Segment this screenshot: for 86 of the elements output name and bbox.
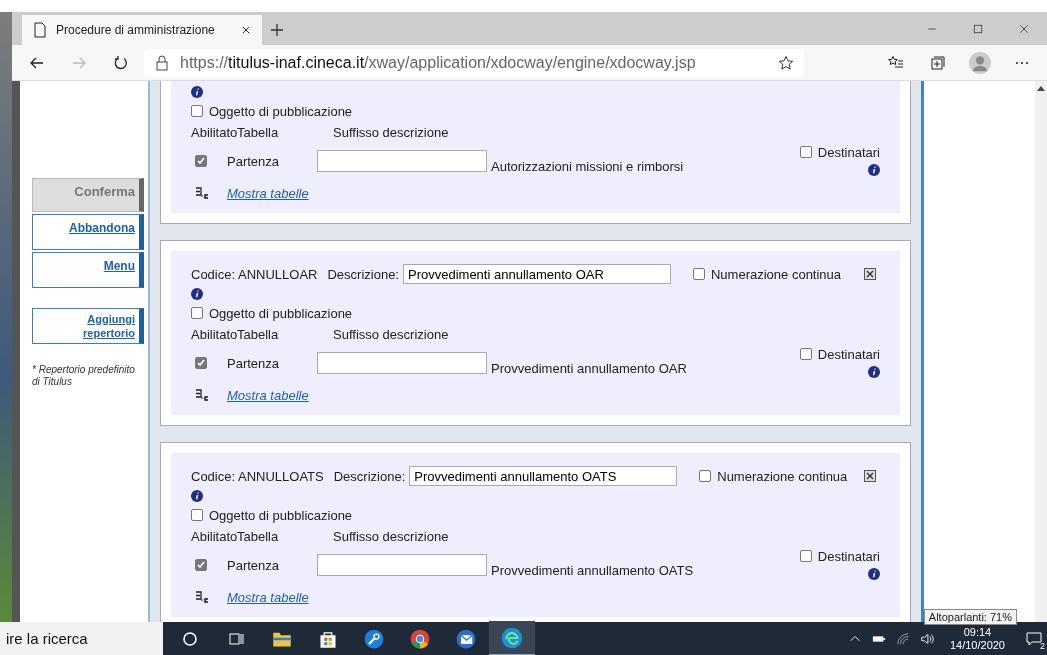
checkbox[interactable]: [195, 559, 207, 571]
mostra-tabelle-link[interactable]: Mostra tabelle: [227, 589, 309, 605]
tooltip: Altoparlanti: 71%: [923, 609, 1017, 625]
plus-icon[interactable]: [269, 22, 285, 38]
suffix-field[interactable]: [317, 554, 487, 576]
mostra-tabelle-link[interactable]: Mostra tabelle: [227, 185, 309, 201]
sidebar-button[interactable]: Menu: [32, 252, 144, 288]
checkbox-label: Oggetto di pubblicazione: [209, 305, 353, 321]
column-header: Tabella: [237, 528, 280, 544]
table-icon: [195, 187, 209, 199]
codice-label: Codice: ANNULLOATS: [191, 468, 324, 484]
column-header: Abilitato: [191, 124, 237, 140]
clock[interactable]: 09:14 14/10/2020: [943, 625, 1011, 652]
description-field[interactable]: Provvedimenti annullamento OAR: [403, 264, 671, 284]
chrome-icon[interactable]: [410, 628, 430, 649]
column-header: Abilitato: [191, 528, 237, 544]
checkbox-label: Oggetto di pubblicazione: [209, 103, 353, 119]
refresh-icon[interactable]: [113, 54, 129, 71]
maximize-icon[interactable]: [972, 22, 984, 35]
codice-label: Codice: ANNULLOAR: [191, 266, 318, 282]
collections-icon[interactable]: [930, 54, 946, 71]
wifi-icon[interactable]: [895, 631, 910, 646]
close-icon[interactable]: [864, 470, 876, 482]
checkbox[interactable]: [191, 509, 203, 521]
checkbox[interactable]: [799, 146, 812, 158]
column-header: Suffisso descrizione: [333, 528, 449, 544]
address-bar[interactable]: https://titulus-inaf.cineca.it/xway/application/xdocway/engine/xdocway.jsp: [144, 48, 804, 77]
suffix-field[interactable]: [317, 150, 487, 172]
descrizione-label: Descrizione:: [327, 266, 399, 282]
close-icon[interactable]: [864, 268, 876, 280]
info-icon[interactable]: [191, 490, 203, 502]
favorites-icon[interactable]: [888, 54, 904, 71]
column-header: Abilitato: [191, 326, 237, 342]
checkbox[interactable]: [195, 155, 207, 167]
checkbox-label: Oggetto di pubblicazione: [209, 507, 353, 523]
checkbox-label: Destinatari: [817, 548, 880, 564]
checkbox[interactable]: [693, 268, 705, 280]
description-text: Autorizzazioni missioni e rimborsi: [491, 158, 685, 174]
info-icon[interactable]: [868, 366, 880, 378]
search-field[interactable]: ire la ricerca: [0, 622, 163, 655]
footnote: * Repertorio predefinito di Titulus: [32, 364, 136, 388]
checkbox-label: Numerazione continua: [717, 468, 848, 484]
column-header: Tabella: [237, 124, 280, 140]
scroll-up-icon[interactable]: [1037, 85, 1045, 91]
descrizione-label: Descrizione:: [333, 468, 406, 484]
sidebar-button[interactable]: Aggiungi repertorio: [32, 308, 144, 344]
info-icon[interactable]: [868, 164, 880, 176]
info-icon[interactable]: [191, 288, 203, 300]
checkbox-label: Destinatari: [817, 144, 880, 160]
checkbox[interactable]: [799, 348, 812, 360]
task-view-icon[interactable]: [228, 630, 244, 647]
checkbox[interactable]: [799, 550, 812, 562]
description-text: Provvedimenti annullamento OAR: [491, 360, 688, 376]
checkbox[interactable]: [191, 105, 203, 117]
mail-icon[interactable]: [456, 628, 476, 649]
table-icon: [195, 389, 209, 401]
table-name: Partenza: [227, 557, 281, 573]
close-icon[interactable]: [240, 24, 252, 36]
page-icon[interactable]: [32, 22, 48, 38]
mostra-tabelle-link[interactable]: Mostra tabelle: [227, 387, 309, 403]
browser-tab[interactable]: Procedure di amministrazione: [22, 15, 262, 45]
description-text: Provvedimenti annullamento OATS: [491, 562, 695, 578]
checkbox-label: Destinatari: [817, 346, 880, 362]
avatar-icon[interactable]: [969, 51, 991, 74]
edge-icon[interactable]: [501, 626, 523, 649]
checkbox-label: Numerazione continua: [711, 266, 842, 282]
star-icon[interactable]: [778, 54, 794, 71]
table-name: Partenza: [227, 355, 281, 371]
column-header: Suffisso descrizione: [333, 326, 449, 342]
column-header: Tabella: [237, 326, 280, 342]
scrollbar[interactable]: [1035, 81, 1047, 622]
table-name: Partenza: [227, 153, 281, 169]
sidebar-button[interactable]: Abbandona: [32, 214, 144, 250]
speaker-icon[interactable]: [919, 631, 934, 646]
info-icon[interactable]: [868, 568, 880, 580]
wrench-circle-icon[interactable]: [364, 628, 384, 649]
lock-icon[interactable]: [154, 54, 170, 71]
circle-icon[interactable]: [182, 630, 198, 647]
info-icon[interactable]: [191, 86, 203, 98]
suffix-field[interactable]: [317, 352, 487, 374]
column-header: Suffisso descrizione: [333, 124, 449, 140]
checkbox[interactable]: [195, 357, 207, 369]
description-field[interactable]: Provvedimenti annullamento OATS: [409, 466, 678, 486]
checkbox[interactable]: [191, 307, 203, 319]
table-icon: [195, 591, 209, 603]
checkbox[interactable]: [699, 470, 712, 482]
